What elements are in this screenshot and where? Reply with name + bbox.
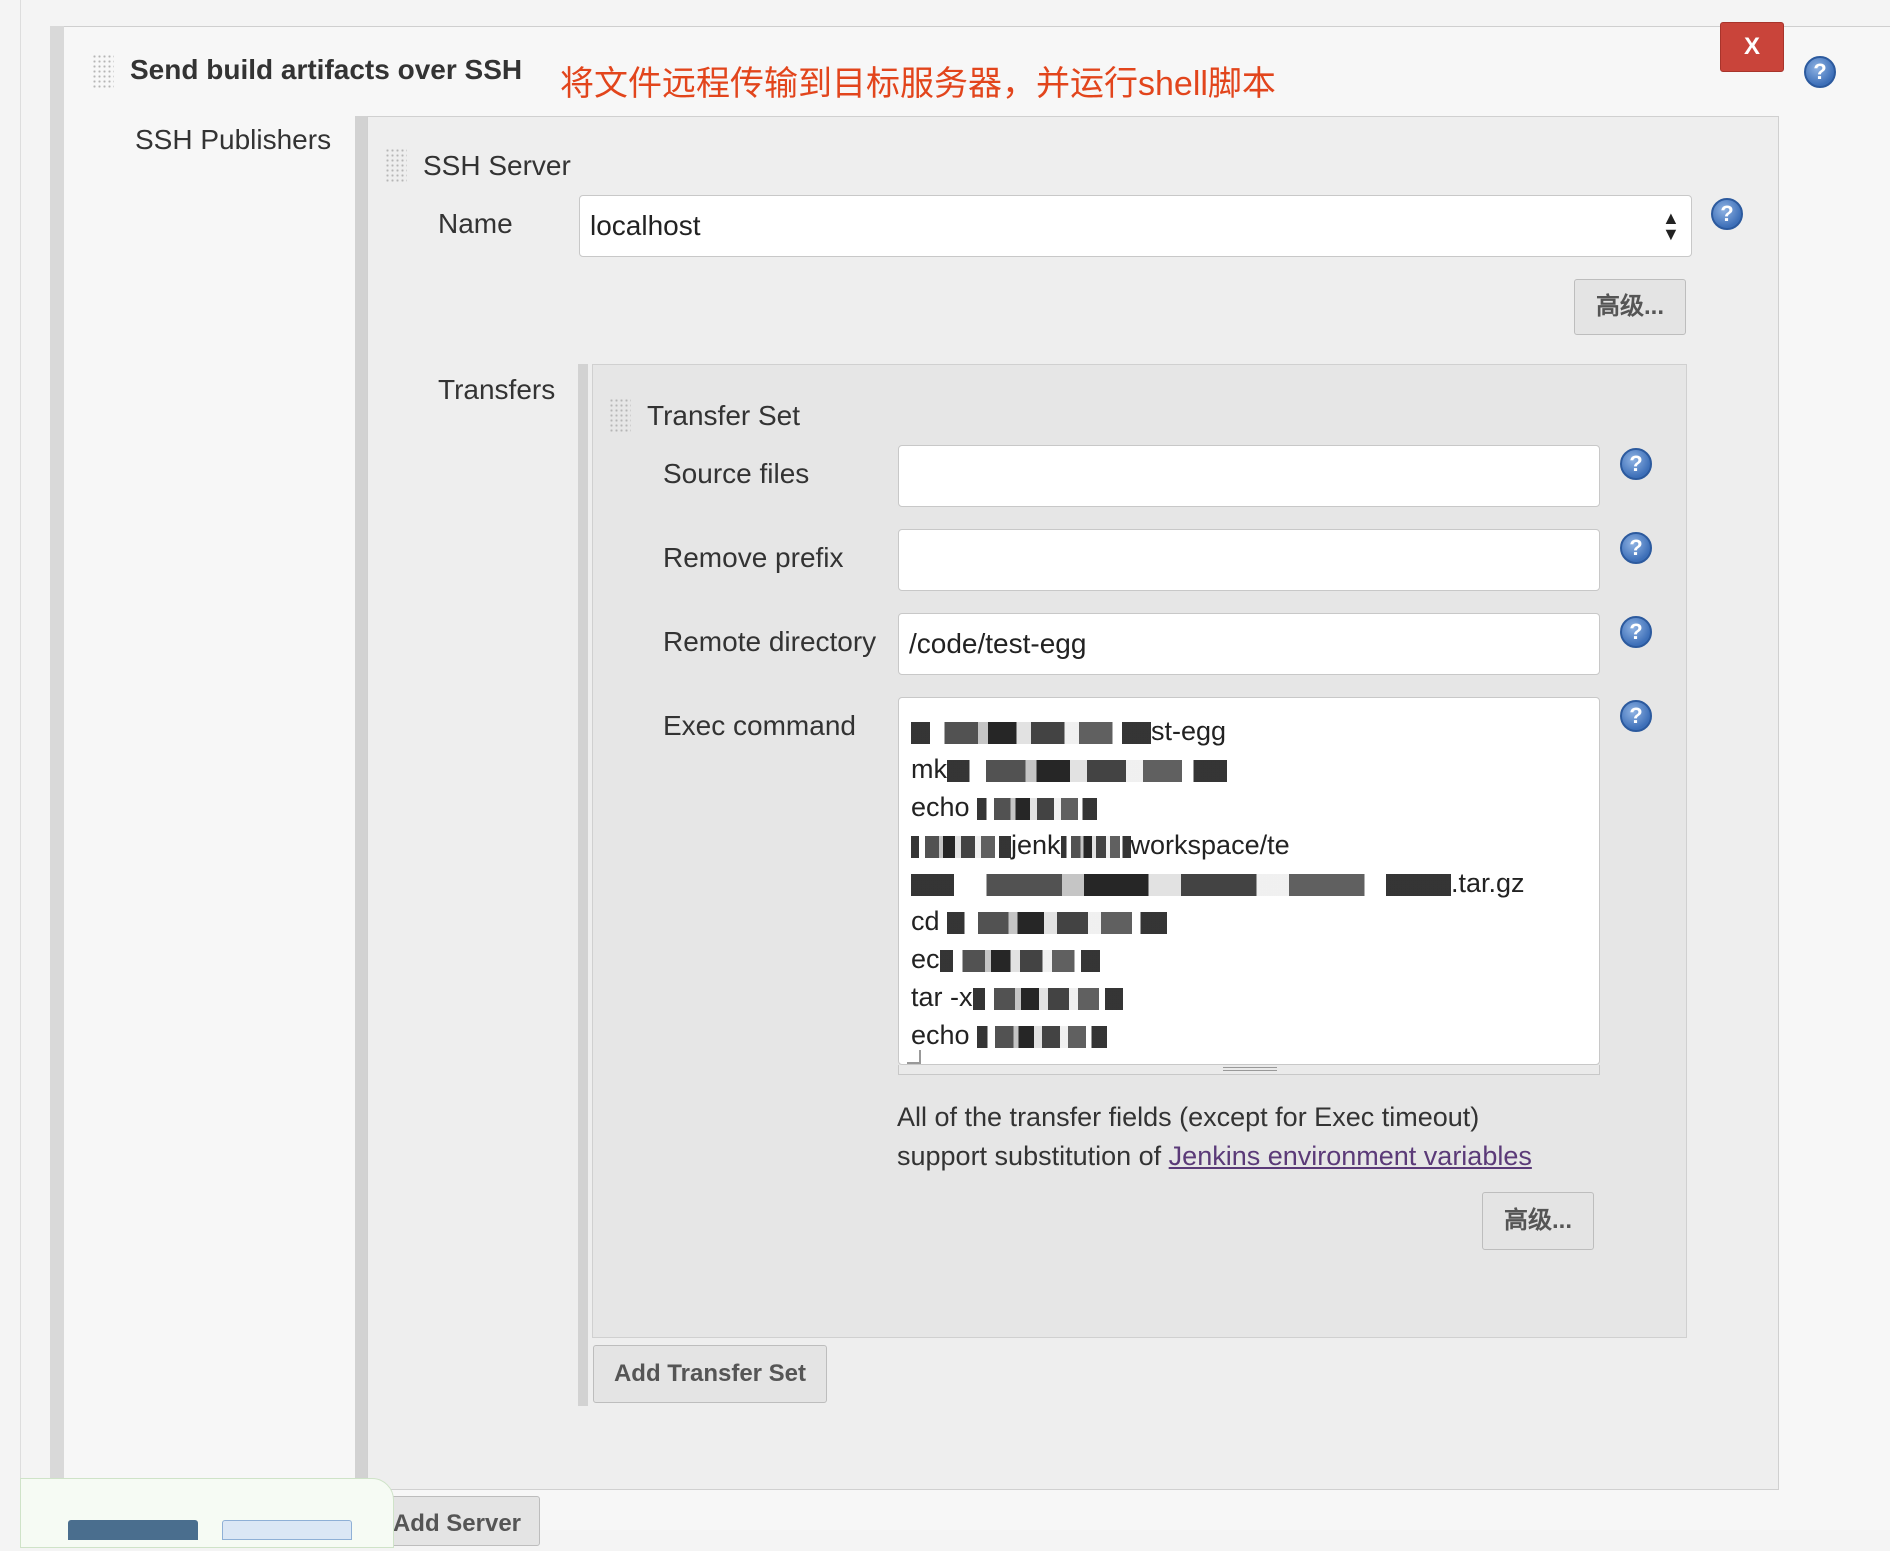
note-line: All of the transfer fields (except for E… — [897, 1102, 1480, 1132]
grabber-icon — [1223, 1067, 1277, 1071]
remote-directory-label: Remote directory — [663, 626, 877, 657]
remote-directory-input[interactable]: /code/test-egg — [898, 613, 1600, 675]
textarea-expand-bar[interactable] — [898, 1065, 1600, 1075]
jenkins-env-vars-link[interactable]: Jenkins environment variables — [1169, 1141, 1532, 1171]
source-files-input[interactable] — [898, 445, 1600, 507]
exec-line: echo — [911, 788, 1587, 826]
server-advanced-button[interactable]: 高级... — [1574, 279, 1686, 335]
help-icon[interactable]: ? — [1620, 700, 1652, 732]
delete-step-button[interactable]: X — [1720, 22, 1784, 72]
transfers-label: Transfers — [438, 374, 556, 405]
exec-line: mk — [911, 750, 1587, 788]
ssh-server-select[interactable]: localhost — [579, 195, 1692, 257]
add-server-button[interactable]: Add Server — [374, 1496, 540, 1546]
drag-handle-icon[interactable] — [385, 148, 407, 182]
section-rail — [50, 26, 64, 1530]
exec-line: jenk workspace/te — [911, 826, 1587, 864]
note-line: support substitution of Jenkins environm… — [897, 1141, 1532, 1171]
exec-command-label: Exec command — [663, 710, 856, 741]
transfer-advanced-button[interactable]: 高级... — [1482, 1192, 1594, 1250]
ssh-server-selected-value: localhost — [590, 210, 701, 241]
select-arrows-icon: ▲ ▼ — [1662, 208, 1680, 244]
exec-line: cd — [911, 902, 1587, 940]
help-icon[interactable]: ? — [1711, 198, 1743, 230]
exec-line: echo — [911, 1016, 1587, 1054]
save-button[interactable] — [68, 1520, 198, 1540]
remove-prefix-label: Remove prefix — [663, 542, 844, 573]
source-files-label: Source files — [663, 458, 810, 489]
name-label: Name — [438, 208, 513, 239]
exec-line: st-egg — [911, 712, 1587, 750]
section-title: Send build artifacts over SSH — [130, 54, 523, 85]
transfer-fields-note: All of the transfer fields (except for E… — [897, 1098, 1532, 1176]
exec-command-textarea[interactable]: st-egg mk echo jenk workspace/te .tar.gz … — [898, 697, 1600, 1065]
exec-line: ec — [911, 940, 1587, 978]
page-left-rule — [20, 0, 21, 1530]
drag-handle-icon[interactable] — [609, 398, 631, 432]
transfers-rail — [578, 364, 588, 1406]
exec-line: tar -x — [911, 978, 1587, 1016]
help-icon[interactable]: ? — [1620, 532, 1652, 564]
help-icon[interactable]: ? — [1620, 448, 1652, 480]
ssh-server-heading: SSH Server — [423, 150, 571, 181]
drag-handle-icon[interactable] — [92, 54, 114, 88]
apply-button[interactable] — [222, 1520, 352, 1540]
help-icon[interactable]: ? — [1620, 616, 1652, 648]
help-icon[interactable]: ? — [1804, 56, 1836, 88]
remove-prefix-input[interactable] — [898, 529, 1600, 591]
annotation-text: 将文件远程传输到目标服务器，并运行shell脚本 — [560, 65, 1276, 103]
exec-line: .tar.gz — [911, 864, 1587, 902]
ssh-publishers-label: SSH Publishers — [135, 124, 332, 155]
resize-handle-icon[interactable] — [907, 1050, 921, 1064]
publishers-rail — [355, 116, 367, 1530]
transfer-set-heading: Transfer Set — [647, 400, 801, 431]
add-transfer-set-button[interactable]: Add Transfer Set — [593, 1345, 827, 1403]
